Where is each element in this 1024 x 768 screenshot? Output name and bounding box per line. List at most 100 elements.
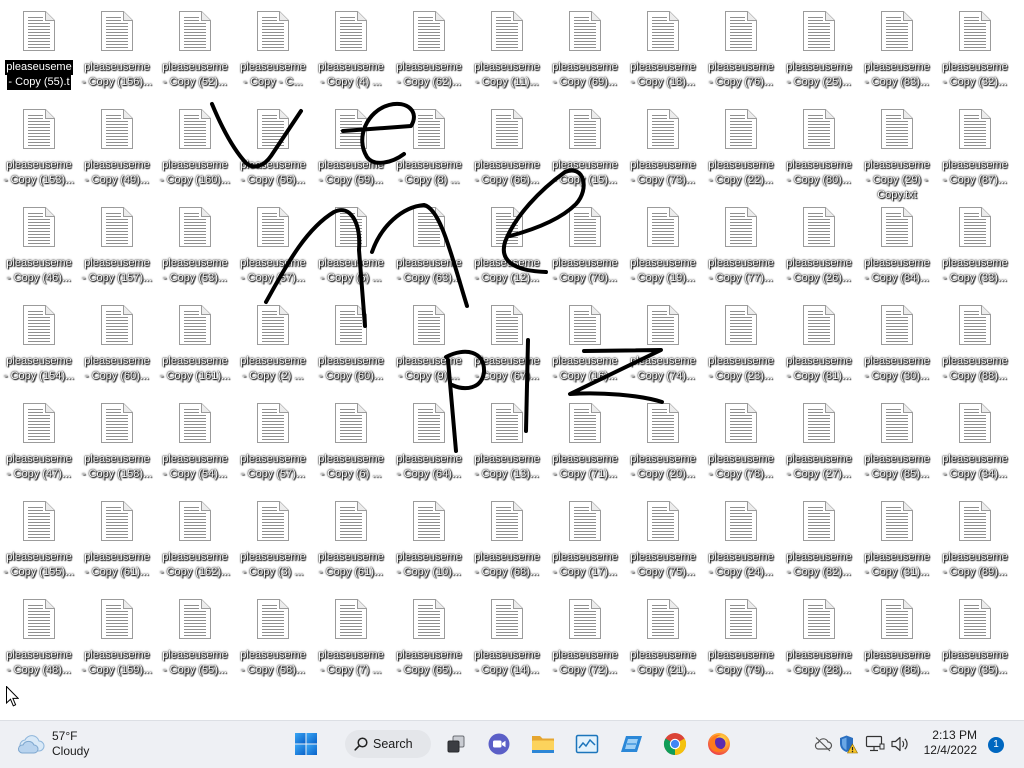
desktop-file-icon[interactable]: pleaseuseme - Copy (11)... (468, 2, 546, 100)
windows-security-warning-icon[interactable] (838, 734, 858, 754)
desktop-file-icon[interactable]: pleaseuseme - Copy (28)... (780, 590, 858, 688)
desktop-file-icon[interactable]: pleaseuseme - Copy (160)... (156, 100, 234, 198)
desktop-file-icon[interactable]: pleaseuseme - Copy (57)... (234, 394, 312, 492)
file-explorer-icon[interactable] (530, 732, 556, 756)
desktop-file-icon[interactable]: pleaseuseme - Copy (85)... (858, 394, 936, 492)
desktop-file-icon[interactable]: pleaseuseme - Copy (60)... (312, 296, 390, 394)
desktop-file-icon[interactable]: pleaseuseme - Copy (8) ... (390, 100, 468, 198)
volume-icon[interactable] (890, 735, 910, 753)
desktop[interactable]: pleaseuseme - Copy (55).t pleaseuseme - Cop… (0, 0, 1024, 720)
blue-app-icon[interactable] (619, 733, 643, 755)
desktop-file-icon[interactable]: pleaseuseme - Copy (52)... (156, 2, 234, 100)
desktop-file-icon[interactable]: pleaseuseme - Copy (7) ... (312, 590, 390, 688)
desktop-file-icon[interactable]: pleaseuseme - Copy (66)... (468, 100, 546, 198)
desktop-file-icon[interactable]: pleaseuseme - Copy (5) ... (312, 198, 390, 296)
chat-icon[interactable] (488, 733, 510, 755)
desktop-file-icon[interactable]: pleaseuseme - Copy (3) ... (234, 492, 312, 590)
desktop-file-icon[interactable]: pleaseuseme - Copy (89)... (936, 492, 1014, 590)
desktop-file-icon[interactable]: pleaseuseme - Copy (156)... (78, 2, 156, 100)
firefox-icon[interactable] (707, 732, 731, 756)
desktop-file-icon[interactable]: pleaseuseme - Copy (31)... (858, 492, 936, 590)
desktop-file-icon[interactable]: pleaseuseme - Copy - C... (234, 2, 312, 100)
desktop-file-icon[interactable]: pleaseuseme - Copy (59)... (312, 100, 390, 198)
desktop-file-icon[interactable]: pleaseuseme - Copy (19)... (624, 198, 702, 296)
desktop-file-icon[interactable]: pleaseuseme - Copy (2) ... (234, 296, 312, 394)
desktop-file-icon[interactable]: pleaseuseme - Copy (153)... (0, 100, 78, 198)
desktop-file-icon[interactable]: pleaseuseme - Copy (78)... (702, 394, 780, 492)
desktop-file-icon[interactable]: pleaseuseme - Copy (33)... (936, 198, 1014, 296)
desktop-file-icon[interactable]: pleaseuseme - Copy (35)... (936, 590, 1014, 688)
desktop-file-icon[interactable]: pleaseuseme - Copy (29) - Copy.txt (858, 100, 936, 201)
desktop-file-icon[interactable]: pleaseuseme - Copy (13)... (468, 394, 546, 492)
desktop-file-icon[interactable]: pleaseuseme - Copy (84)... (858, 198, 936, 296)
desktop-file-icon[interactable]: pleaseuseme - Copy (48)... (0, 590, 78, 688)
desktop-file-icon[interactable]: pleaseuseme - Copy (55).t (0, 2, 78, 100)
desktop-file-icon[interactable]: pleaseuseme - Copy (56)... (234, 100, 312, 198)
desktop-file-icon[interactable]: pleaseuseme - Copy (10)... (390, 492, 468, 590)
desktop-file-icon[interactable]: pleaseuseme - Copy (65)... (390, 590, 468, 688)
desktop-file-icon[interactable]: pleaseuseme - Copy (25)... (780, 2, 858, 100)
desktop-file-icon[interactable]: pleaseuseme - Copy (70)... (546, 198, 624, 296)
desktop-file-icon[interactable]: pleaseuseme - Copy (16)... (546, 296, 624, 394)
desktop-file-icon[interactable]: pleaseuseme - Copy (154)... (0, 296, 78, 394)
desktop-file-icon[interactable]: pleaseuseme - Copy (71)... (546, 394, 624, 492)
desktop-file-icon[interactable]: pleaseuseme - Copy (9) ... (390, 296, 468, 394)
desktop-file-icon[interactable]: pleaseuseme - Copy (49)... (78, 100, 156, 198)
chrome-icon[interactable] (663, 732, 687, 756)
desktop-file-icon[interactable]: pleaseuseme - Copy (83)... (858, 2, 936, 100)
search-button[interactable]: Search (345, 730, 431, 758)
desktop-file-icon[interactable]: pleaseuseme - Copy (55)... (156, 590, 234, 688)
windows-start-icon[interactable] (294, 732, 318, 756)
desktop-file-icon[interactable]: pleaseuseme - Copy (87)... (936, 100, 1014, 198)
desktop-file-icon[interactable]: pleaseuseme - Copy (14)... (468, 590, 546, 688)
notification-badge[interactable]: 1 (988, 737, 1004, 753)
desktop-file-icon[interactable]: pleaseuseme - Copy (61)... (312, 492, 390, 590)
desktop-file-icon[interactable]: pleaseuseme - Copy (32)... (936, 2, 1014, 100)
weather-widget[interactable]: 57°F Cloudy (52, 729, 89, 759)
desktop-file-icon[interactable]: pleaseuseme - Copy (158)... (78, 394, 156, 492)
desktop-file-icon[interactable]: pleaseuseme - Copy (30)... (858, 296, 936, 394)
desktop-file-icon[interactable]: pleaseuseme - Copy (69)... (546, 2, 624, 100)
desktop-file-icon[interactable]: pleaseuseme - Copy (6) ... (312, 394, 390, 492)
desktop-file-icon[interactable]: pleaseuseme - Copy (18)... (624, 2, 702, 100)
desktop-file-icon[interactable]: pleaseuseme - Copy (77)... (702, 198, 780, 296)
desktop-file-icon[interactable]: pleaseuseme - Copy (15)... (546, 100, 624, 198)
desktop-file-icon[interactable]: pleaseuseme - Copy (34)... (936, 394, 1014, 492)
task-view-icon[interactable] (445, 733, 467, 755)
desktop-file-icon[interactable]: pleaseuseme - Copy (159)... (78, 590, 156, 688)
cloudy-weather-icon[interactable] (17, 733, 45, 755)
network-icon[interactable] (865, 735, 885, 753)
desktop-file-icon[interactable]: pleaseuseme - Copy (72)... (546, 590, 624, 688)
clock[interactable]: 2:13 PM 12/4/2022 (914, 728, 977, 758)
desktop-file-icon[interactable]: pleaseuseme - Copy (46)... (0, 198, 78, 296)
desktop-file-icon[interactable]: pleaseuseme - Copy (162)... (156, 492, 234, 590)
desktop-file-icon[interactable]: pleaseuseme - Copy (22)... (702, 100, 780, 198)
desktop-file-icon[interactable]: pleaseuseme - Copy (86)... (858, 590, 936, 688)
desktop-file-icon[interactable]: pleaseuseme - Copy (54)... (156, 394, 234, 492)
desktop-file-icon[interactable]: pleaseuseme - Copy (53)... (156, 198, 234, 296)
desktop-file-icon[interactable]: pleaseuseme - Copy (20)... (624, 394, 702, 492)
desktop-file-icon[interactable]: pleaseuseme - Copy (64)... (390, 394, 468, 492)
desktop-file-icon[interactable]: pleaseuseme - Copy (61)... (78, 492, 156, 590)
desktop-file-icon[interactable]: pleaseuseme - Copy (161)... (156, 296, 234, 394)
desktop-file-icon[interactable]: pleaseuseme - Copy (75)... (624, 492, 702, 590)
desktop-file-icon[interactable]: pleaseuseme - Copy (67)... (468, 296, 546, 394)
photos-icon[interactable] (575, 733, 599, 755)
desktop-file-icon[interactable]: pleaseuseme - Copy (57)... (234, 198, 312, 296)
desktop-file-icon[interactable]: pleaseuseme - Copy (76)... (702, 2, 780, 100)
desktop-file-icon[interactable]: pleaseuseme - Copy (62)... (390, 2, 468, 100)
desktop-file-icon[interactable]: pleaseuseme - Copy (27)... (780, 394, 858, 492)
desktop-file-icon[interactable]: pleaseuseme - Copy (24)... (702, 492, 780, 590)
desktop-file-icon[interactable]: pleaseuseme - Copy (12)... (468, 198, 546, 296)
desktop-file-icon[interactable]: pleaseuseme - Copy (157)... (78, 198, 156, 296)
desktop-file-icon[interactable]: pleaseuseme - Copy (82)... (780, 492, 858, 590)
desktop-file-icon[interactable]: pleaseuseme - Copy (81)... (780, 296, 858, 394)
desktop-file-icon[interactable]: pleaseuseme - Copy (155)... (0, 492, 78, 590)
desktop-file-icon[interactable]: pleaseuseme - Copy (58)... (234, 590, 312, 688)
desktop-file-icon[interactable]: pleaseuseme - Copy (63)... (390, 198, 468, 296)
desktop-file-icon[interactable]: pleaseuseme - Copy (4) ... (312, 2, 390, 100)
desktop-file-icon[interactable]: pleaseuseme - Copy (21)... (624, 590, 702, 688)
desktop-file-icon[interactable]: pleaseuseme - Copy (68)... (468, 492, 546, 590)
desktop-file-icon[interactable]: pleaseuseme - Copy (79)... (702, 590, 780, 688)
desktop-file-icon[interactable]: pleaseuseme - Copy (26)... (780, 198, 858, 296)
